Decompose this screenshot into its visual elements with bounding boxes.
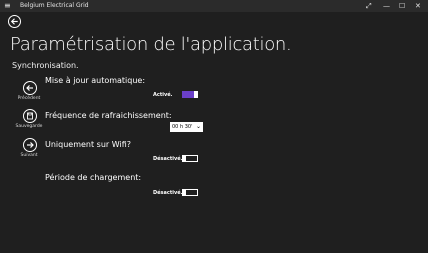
auto-update-state: Activé. xyxy=(153,92,173,98)
save-label: Sauvegarde xyxy=(15,124,43,129)
charge-period-state: Désactivé. xyxy=(153,190,183,196)
menu-icon[interactable]: ≡ xyxy=(4,0,11,12)
refresh-rate-select[interactable]: 00 h 30' ⌄ xyxy=(170,122,203,132)
wifi-only-state: Désactivé. xyxy=(153,156,183,162)
auto-update-label: Mise à jour automatique: xyxy=(45,76,146,85)
fullscreen-icon[interactable]: ⤢ xyxy=(366,0,372,12)
next-arrow-icon xyxy=(27,142,34,148)
section-title: Synchronisation. xyxy=(12,61,79,70)
previous-arrow-icon xyxy=(26,85,33,91)
charge-period-label: Période de chargement: xyxy=(45,173,142,182)
toggle-thumb xyxy=(182,189,186,196)
maximize-button[interactable]: ☐ xyxy=(399,0,405,12)
close-button[interactable]: ✕ xyxy=(415,0,421,12)
back-button[interactable] xyxy=(8,15,21,28)
previous-label: Précédent xyxy=(17,96,41,101)
toggle-thumb xyxy=(194,91,198,98)
next-label: Suivant xyxy=(20,153,38,158)
minimize-button[interactable]: — xyxy=(383,0,390,12)
previous-button[interactable] xyxy=(23,81,37,95)
wifi-only-label: Uniquement sur Wifi? xyxy=(45,140,131,149)
title-bar: ≡ Belgium Electrical Grid ⤢ — ☐ ✕ xyxy=(0,0,428,12)
page-title: Paramétrisation de l'application. xyxy=(10,34,292,55)
save-button[interactable] xyxy=(23,109,37,123)
refresh-rate-label: Fréquence de rafraichissement: xyxy=(45,111,172,120)
back-arrow-icon xyxy=(10,18,18,25)
wifi-only-toggle[interactable] xyxy=(182,155,198,162)
chevron-down-icon: ⌄ xyxy=(195,123,201,130)
charge-period-toggle[interactable] xyxy=(182,189,198,196)
window-title: Belgium Electrical Grid xyxy=(20,2,89,9)
next-button[interactable] xyxy=(23,138,37,152)
toggle-thumb xyxy=(182,155,186,162)
auto-update-toggle[interactable] xyxy=(182,91,198,98)
save-disk-icon xyxy=(27,112,33,120)
refresh-rate-value: 00 h 30' xyxy=(172,124,193,130)
